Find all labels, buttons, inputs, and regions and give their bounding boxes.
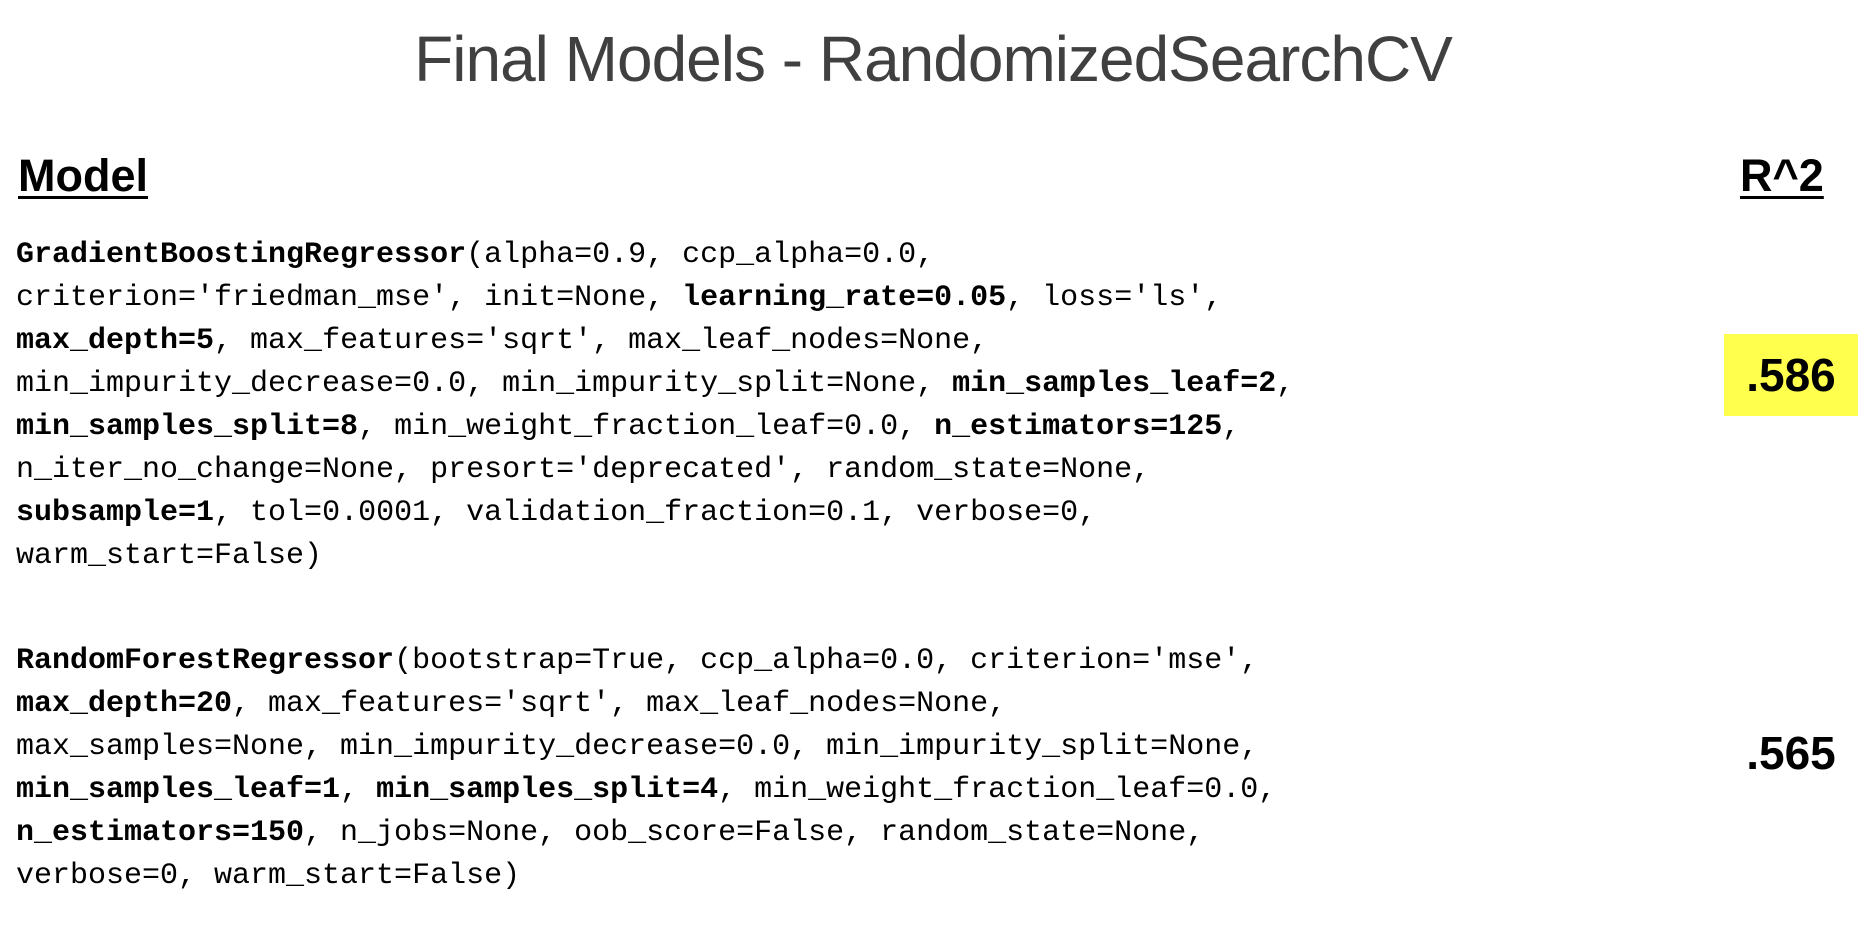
code-text: , tol=0.0001, validation_fraction=0.1, v…	[214, 496, 1097, 530]
code-param-bold: subsample=1	[16, 496, 215, 530]
code-param-bold: max_depth=5	[16, 324, 215, 358]
code-line: n_estimators=150, n_jobs=None, oob_score…	[16, 812, 1676, 855]
code-text: n_iter_no_change=None, presort='deprecat…	[16, 453, 1151, 487]
code-text: , min_weight_fraction_leaf=0.0,	[358, 410, 935, 444]
code-line: max_depth=5, max_features='sqrt', max_le…	[16, 320, 1676, 363]
gradient-boosting-score: .586	[1724, 334, 1858, 416]
code-line: RandomForestRegressor(bootstrap=True, cc…	[16, 640, 1676, 683]
code-line: min_impurity_decrease=0.0, min_impurity_…	[16, 363, 1676, 406]
code-param-bold: learning_rate=0.05	[682, 281, 1007, 315]
code-text: , n_jobs=None, oob_score=False, random_s…	[304, 816, 1205, 850]
code-param-bold: n_estimators=125	[934, 410, 1223, 444]
code-text: , max_features='sqrt', max_leaf_nodes=No…	[232, 687, 1007, 721]
code-line: warm_start=False)	[16, 535, 1676, 578]
code-text: ,	[1222, 410, 1241, 444]
slide-title: Final Models - RandomizedSearchCV	[414, 23, 1453, 95]
code-text: min_impurity_decrease=0.0, min_impurity_…	[16, 367, 953, 401]
model-column-header: Model	[18, 150, 148, 201]
code-text: (bootstrap=True, ccp_alpha=0.0, criterio…	[394, 644, 1259, 678]
random-forest-score: .565	[1746, 727, 1836, 779]
code-line: max_samples=None, min_impurity_decrease=…	[16, 726, 1676, 769]
code-param-bold: RandomForestRegressor	[16, 644, 395, 678]
code-text: ,	[340, 773, 377, 807]
code-param-bold: n_estimators=150	[16, 816, 305, 850]
code-text: , loss='ls',	[1006, 281, 1223, 315]
code-line: GradientBoostingRegressor(alpha=0.9, ccp…	[16, 234, 1676, 277]
random-forest-params: RandomForestRegressor(bootstrap=True, cc…	[16, 640, 1676, 898]
code-line: subsample=1, tol=0.0001, validation_frac…	[16, 492, 1676, 535]
code-line: n_iter_no_change=None, presort='deprecat…	[16, 449, 1676, 492]
code-param-bold: max_depth=20	[16, 687, 233, 721]
code-text: criterion='friedman_mse', init=None,	[16, 281, 683, 315]
code-param-bold: min_samples_leaf=2	[952, 367, 1277, 401]
slide: Final Models - RandomizedSearchCV Model …	[0, 0, 1866, 938]
code-param-bold: min_samples_split=8	[16, 410, 359, 444]
code-param-bold: min_samples_leaf=1	[16, 773, 341, 807]
code-line: min_samples_split=8, min_weight_fraction…	[16, 406, 1676, 449]
code-text: (alpha=0.9, ccp_alpha=0.0,	[466, 238, 935, 272]
code-text: , max_features='sqrt', max_leaf_nodes=No…	[214, 324, 989, 358]
code-text: warm_start=False)	[16, 539, 323, 573]
code-param-bold: GradientBoostingRegressor	[16, 238, 467, 272]
code-line: criterion='friedman_mse', init=None, lea…	[16, 277, 1676, 320]
code-line: verbose=0, warm_start=False)	[16, 855, 1676, 898]
code-text: verbose=0, warm_start=False)	[16, 859, 521, 893]
code-param-bold: min_samples_split=4	[376, 773, 719, 807]
r2-column-header: R^2	[1740, 150, 1824, 201]
code-line: min_samples_leaf=1, min_samples_split=4,…	[16, 769, 1676, 812]
code-text: ,	[1276, 367, 1295, 401]
code-text: max_samples=None, min_impurity_decrease=…	[16, 730, 1259, 764]
code-line: max_depth=20, max_features='sqrt', max_l…	[16, 683, 1676, 726]
gradient-boosting-params: GradientBoostingRegressor(alpha=0.9, ccp…	[16, 234, 1676, 578]
code-text: , min_weight_fraction_leaf=0.0,	[718, 773, 1277, 807]
